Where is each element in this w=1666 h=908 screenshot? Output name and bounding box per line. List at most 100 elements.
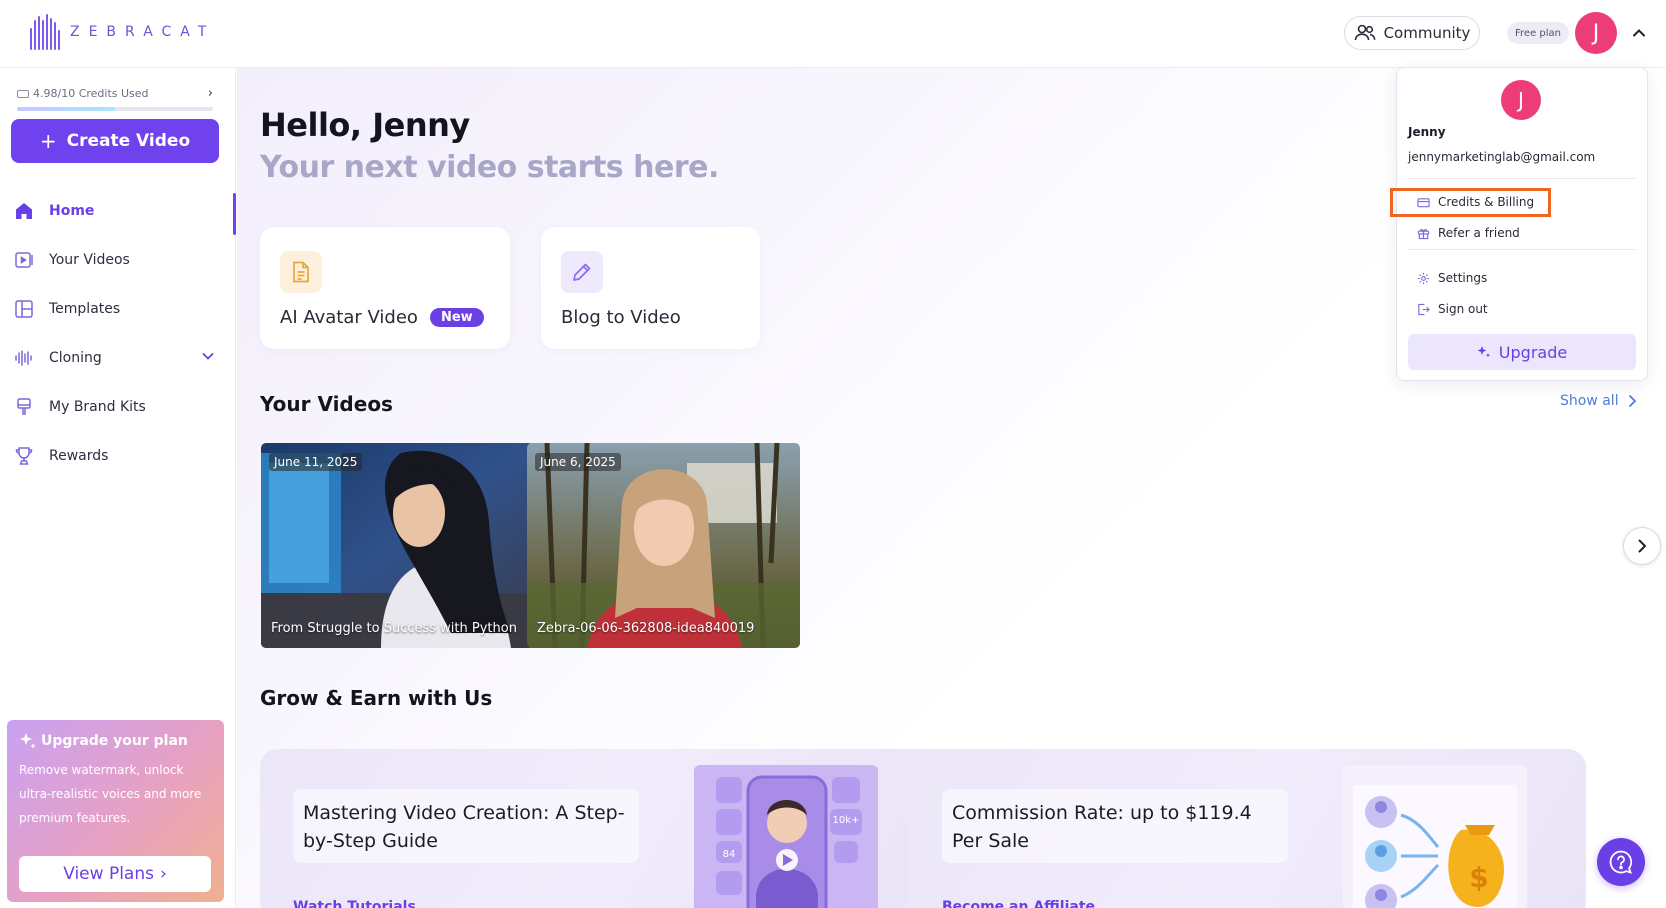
plus-icon: + <box>39 129 57 153</box>
upgrade-button[interactable]: Upgrade <box>1408 334 1636 370</box>
waveform-icon <box>13 347 35 369</box>
affiliate-illustration: $ <box>1343 765 1527 908</box>
chevron-right-icon <box>1628 395 1636 407</box>
video-date: June 11, 2025 <box>269 453 363 471</box>
tool-label: AI Avatar Video New <box>280 307 484 328</box>
sidebar-item-label: Cloning <box>49 350 102 366</box>
brand-name: ZEBRACAT <box>70 24 216 40</box>
upgrade-card-title: Upgrade your plan <box>19 732 212 750</box>
users-icon <box>1354 24 1375 41</box>
help-button[interactable] <box>1597 838 1645 886</box>
sidebar-item-label: Rewards <box>49 448 109 464</box>
sidebar: 4.98/10 Credits Used › + Create Video Ho… <box>0 68 236 908</box>
video-icon <box>13 249 35 271</box>
tagline: Your next video starts here. <box>260 150 719 185</box>
upgrade-card-description: Remove watermark, unlock ultra-realistic… <box>19 763 202 825</box>
templates-icon <box>13 298 35 320</box>
top-bar: ZEBRACAT Community Free plan J <box>0 0 1666 68</box>
your-videos-heading: Your Videos <box>260 392 393 416</box>
menu-item-label: Refer a friend <box>1438 226 1520 240</box>
sparkle-icon <box>1477 346 1490 358</box>
user-name: Jenny <box>1408 125 1446 139</box>
become-affiliate-link[interactable]: Become an Affiliate <box>942 899 1095 908</box>
sidebar-item-home[interactable]: Home <box>0 191 236 235</box>
tutorial-promo-card[interactable]: Mastering Video Creation: A Step-by-Step… <box>260 749 941 908</box>
blog-to-video-label: Blog to Video <box>561 307 681 328</box>
divider <box>1408 178 1636 179</box>
menu-item-sign-out[interactable]: Sign out <box>1417 299 1488 319</box>
promo-text: Commission Rate: up to $119.4 Per Sale <box>942 789 1288 863</box>
carousel-next-button[interactable] <box>1623 527 1661 565</box>
tool-label: Blog to Video <box>561 307 681 328</box>
trophy-icon <box>13 445 35 467</box>
view-plans-button[interactable]: View Plans › <box>19 856 211 892</box>
sidebar-item-label: My Brand Kits <box>49 399 146 415</box>
avatar[interactable]: J <box>1575 12 1617 54</box>
affiliate-promo-card[interactable]: Commission Rate: up to $119.4 Per Sale B… <box>909 749 1586 908</box>
gift-icon <box>1417 228 1430 239</box>
menu-item-settings[interactable]: Settings <box>1417 268 1487 288</box>
home-icon <box>13 200 35 222</box>
chevron-up-icon[interactable] <box>1630 24 1648 42</box>
menu-item-label: Settings <box>1438 271 1488 285</box>
view-plans-label: View Plans <box>63 864 154 884</box>
create-video-label: Create Video <box>66 131 191 151</box>
sidebar-item-cloning[interactable]: Cloning <box>0 338 236 378</box>
credits-icon <box>17 89 29 98</box>
ai-avatar-video-card[interactable]: AI Avatar Video New <box>260 227 510 349</box>
sidebar-item-templates[interactable]: Templates <box>0 289 236 329</box>
community-label: Community <box>1383 24 1471 42</box>
video-card[interactable]: June 6, 2025 Zebra-06-06-362808-idea8400… <box>527 443 800 648</box>
blog-to-video-card[interactable]: Blog to Video <box>541 227 760 349</box>
phone-illustration: 84 10k+ <box>694 765 878 908</box>
sidebar-item-label: Templates <box>49 301 121 317</box>
sparkle-icon <box>20 733 36 749</box>
video-thumbnail <box>261 443 534 648</box>
credits-progress-bar <box>17 107 213 111</box>
gear-icon <box>1417 272 1430 284</box>
sidebar-item-label: Home <box>49 203 95 219</box>
chevron-right-icon: › <box>159 864 167 884</box>
badge-84: 84 <box>723 849 736 860</box>
highlight-box <box>1390 188 1551 217</box>
badge-10k: 10k+ <box>833 815 860 826</box>
video-card[interactable]: June 11, 2025 From Struggle to Success w… <box>261 443 534 648</box>
sidebar-item-your-videos[interactable]: Your Videos <box>0 240 236 280</box>
show-all-link[interactable]: Show all <box>1560 393 1637 409</box>
sidebar-item-rewards[interactable]: Rewards <box>0 436 236 476</box>
logo[interactable]: ZEBRACAT <box>30 14 215 50</box>
video-title: From Struggle to Success with Python <box>271 621 517 636</box>
help-chat-icon <box>1609 850 1633 874</box>
credits-label: 4.98/10 Credits Used <box>33 87 149 100</box>
video-thumbnail <box>527 443 800 648</box>
document-icon <box>280 251 322 293</box>
sign-out-icon <box>1418 303 1430 315</box>
divider <box>1408 249 1636 250</box>
video-title: Zebra-06-06-362808-idea840019 <box>537 621 755 636</box>
chevron-down-icon[interactable] <box>200 348 216 364</box>
dollar-sign-icon: $ <box>1469 861 1488 894</box>
create-video-button[interactable]: + Create Video <box>11 119 219 163</box>
upgrade-label: Upgrade <box>1498 342 1568 362</box>
sidebar-item-brand-kits[interactable]: My Brand Kits <box>0 387 236 427</box>
menu-item-refer-friend[interactable]: Refer a friend <box>1417 223 1520 243</box>
show-all-label: Show all <box>1560 393 1619 409</box>
chevron-right-icon <box>1638 539 1647 553</box>
credits-progress-fill <box>17 107 115 111</box>
brand-kit-icon <box>13 396 35 418</box>
watch-tutorials-link[interactable]: Watch Tutorials <box>293 899 416 908</box>
pencil-icon <box>561 251 603 293</box>
chevron-right-icon: › <box>207 86 213 101</box>
credits-usage[interactable]: 4.98/10 Credits Used › <box>17 86 213 101</box>
sidebar-item-label: Your Videos <box>49 252 130 268</box>
upgrade-plan-card: Upgrade your plan Remove watermark, unlo… <box>7 720 224 902</box>
user-email: jennymarketinglab@gmail.com <box>1408 150 1596 164</box>
user-menu-dropdown: J Jenny jennymarketinglab@gmail.com Cred… <box>1390 67 1648 381</box>
grow-earn-heading: Grow & Earn with Us <box>260 686 493 710</box>
plan-badge: Free plan <box>1507 22 1569 44</box>
community-button[interactable]: Community <box>1344 16 1480 50</box>
ai-avatar-video-label: AI Avatar Video <box>280 307 418 328</box>
zebracat-logo-icon <box>30 14 60 50</box>
dropdown-avatar: J <box>1501 80 1541 120</box>
menu-item-label: Sign out <box>1438 302 1488 316</box>
